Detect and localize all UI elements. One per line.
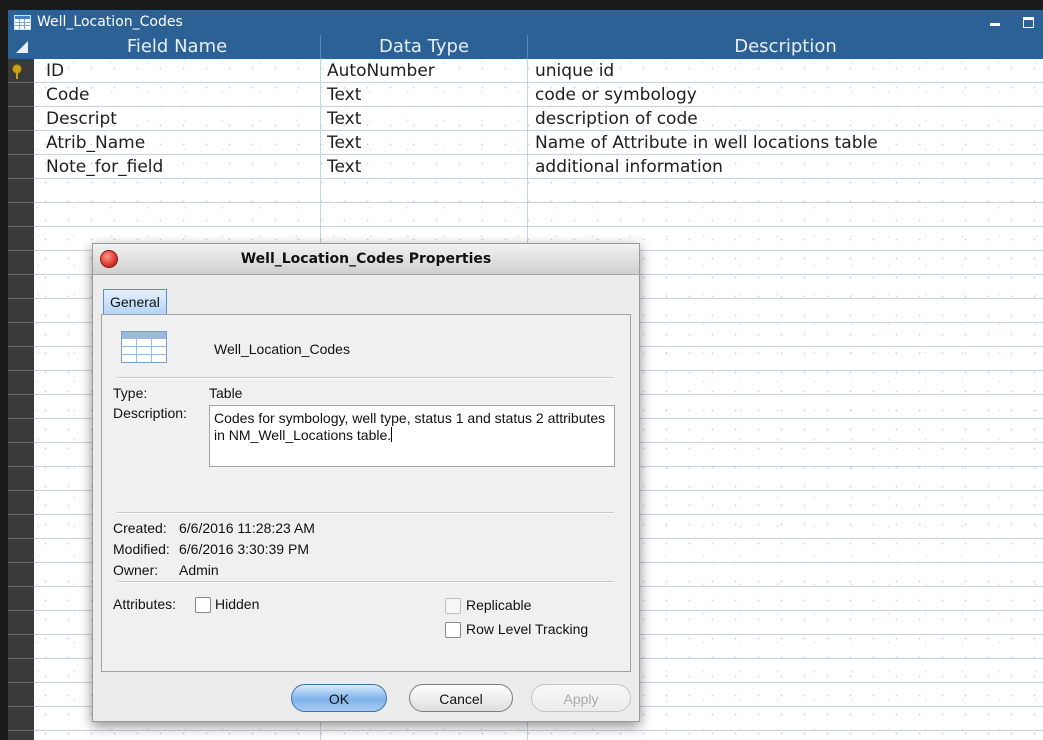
select-all-corner[interactable] xyxy=(8,35,34,59)
type-value: Table xyxy=(209,385,243,401)
divider xyxy=(117,377,614,379)
created-label: Created: xyxy=(113,520,167,536)
properties-dialog: Well_Location_Codes Properties General W… xyxy=(92,243,640,722)
column-header-field-name[interactable]: Field Name xyxy=(34,35,321,59)
table-row[interactable]: ID AutoNumber unique id xyxy=(34,59,1043,83)
dialog-title-bar[interactable]: Well_Location_Codes Properties xyxy=(93,244,639,275)
field-name-cell[interactable]: Code xyxy=(46,83,90,107)
description-field[interactable]: Codes for symbology, well type, status 1… xyxy=(209,405,615,467)
data-type-cell[interactable]: Text xyxy=(327,131,361,155)
divider xyxy=(117,581,614,583)
apply-button[interactable]: Apply xyxy=(531,684,631,712)
row-level-tracking-checkbox[interactable] xyxy=(445,622,461,638)
column-header-data-type[interactable]: Data Type xyxy=(321,35,528,59)
window-title-bar[interactable]: Well_Location_Codes xyxy=(8,10,1043,35)
field-name-cell[interactable]: Note_for_field xyxy=(46,155,163,179)
table-icon xyxy=(121,331,167,363)
data-type-cell[interactable]: Text xyxy=(327,155,361,179)
table-row[interactable]: Descript Text description of code xyxy=(34,107,1043,131)
field-name-cell[interactable]: ID xyxy=(46,59,64,83)
replicable-label: Replicable xyxy=(466,597,532,613)
description-label: Description: xyxy=(113,405,187,421)
modified-value: 6/6/2016 3:30:39 PM xyxy=(179,541,309,557)
table-row[interactable]: Atrib_Name Text Name of Attribute in wel… xyxy=(34,131,1043,155)
description-cell[interactable]: additional information xyxy=(535,155,723,179)
replicable-checkbox[interactable] xyxy=(445,598,461,614)
table-design-window: Well_Location_Codes Field Name Data Type… xyxy=(8,10,1043,740)
tab-general[interactable]: General xyxy=(103,289,167,314)
primary-key-icon xyxy=(12,64,22,79)
table-row[interactable]: Code Text code or symbology xyxy=(34,83,1043,107)
field-name-cell[interactable]: Descript xyxy=(46,107,117,131)
modified-label: Modified: xyxy=(113,541,170,557)
description-cell[interactable]: Name of Attribute in well locations tabl… xyxy=(535,131,878,155)
ok-button[interactable]: OK xyxy=(291,684,387,712)
description-cell[interactable]: unique id xyxy=(535,59,614,83)
description-cell[interactable]: description of code xyxy=(535,107,698,131)
close-icon[interactable] xyxy=(100,250,118,268)
column-header-description[interactable]: Description xyxy=(528,35,1043,59)
window-title: Well_Location_Codes xyxy=(37,14,183,30)
data-type-cell[interactable]: AutoNumber xyxy=(327,59,435,83)
owner-label: Owner: xyxy=(113,562,159,578)
text-caret xyxy=(391,427,393,442)
row-selector-column[interactable] xyxy=(8,59,34,740)
table-row[interactable]: Note_for_field Text additional informati… xyxy=(34,155,1043,179)
object-name: Well_Location_Codes xyxy=(214,341,350,357)
description-cell[interactable]: code or symbology xyxy=(535,83,697,107)
data-type-cell[interactable]: Text xyxy=(327,83,361,107)
cancel-button[interactable]: Cancel xyxy=(409,684,513,712)
description-text: Codes for symbology, well type, status 1… xyxy=(214,410,606,443)
field-name-cell[interactable]: Atrib_Name xyxy=(46,131,145,155)
minimize-icon[interactable] xyxy=(987,10,1003,35)
hidden-checkbox[interactable] xyxy=(195,597,211,613)
type-label: Type: xyxy=(113,385,148,401)
created-value: 6/6/2016 11:28:23 AM xyxy=(179,520,315,536)
divider xyxy=(117,512,614,514)
hidden-label: Hidden xyxy=(215,596,260,612)
maximize-icon[interactable] xyxy=(1023,17,1034,28)
general-tab-panel: Well_Location_Codes Type: Table Descript… xyxy=(101,314,631,672)
data-type-cell[interactable]: Text xyxy=(327,107,361,131)
owner-value: Admin xyxy=(179,562,219,578)
row-level-tracking-label: Row Level Tracking xyxy=(466,621,589,637)
attributes-label: Attributes: xyxy=(113,596,177,612)
dialog-title: Well_Location_Codes Properties xyxy=(240,251,492,267)
table-icon xyxy=(14,15,31,30)
